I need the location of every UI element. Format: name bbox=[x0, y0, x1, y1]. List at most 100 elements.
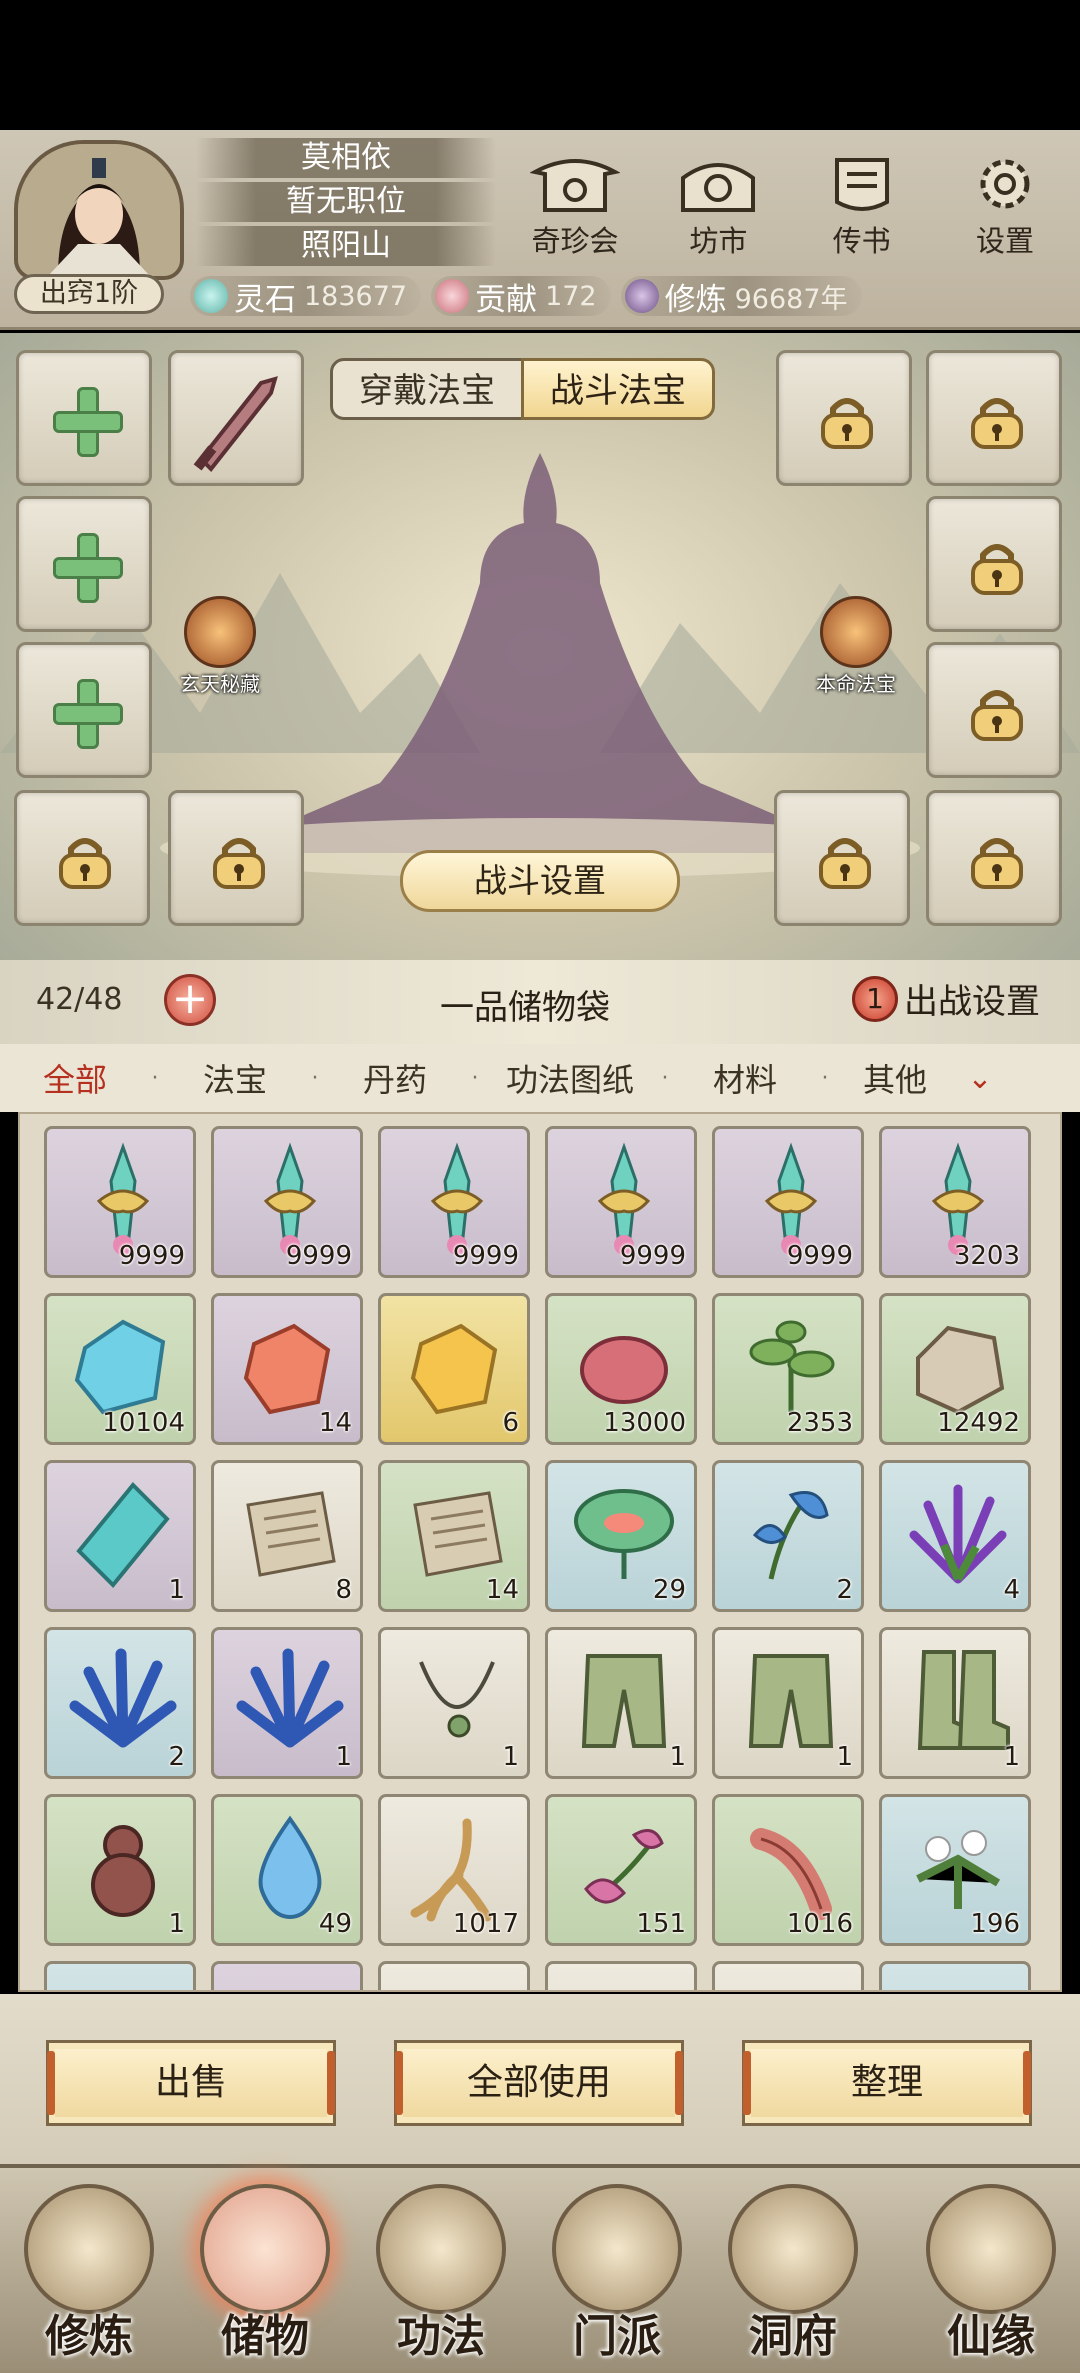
deploy-count-badge: 1 bbox=[852, 975, 898, 1022]
inventory-slot[interactable]: 3203 bbox=[879, 1126, 1031, 1278]
inventory-slot[interactable] bbox=[879, 1961, 1031, 1990]
partial-item-icon bbox=[397, 1976, 517, 1992]
inventory-slot[interactable]: 49 bbox=[211, 1794, 363, 1946]
tab-pills[interactable]: 丹药 bbox=[320, 1055, 470, 1101]
tab-all[interactable]: 全部 bbox=[0, 1055, 150, 1101]
top-menu-treasure-pavilion[interactable]: 奇珍会 bbox=[520, 152, 630, 262]
inventory-slot[interactable]: 14 bbox=[211, 1293, 363, 1445]
inventory-slot[interactable]: 2 bbox=[44, 1627, 196, 1779]
natal-treasure-badge[interactable]: 本命法宝 bbox=[796, 596, 916, 697]
spirit-stone-icon bbox=[194, 279, 228, 313]
inventory-slot[interactable]: 14 bbox=[378, 1460, 530, 1612]
inventory-slot[interactable]: 9999 bbox=[44, 1126, 196, 1278]
equip-slot-locked[interactable] bbox=[776, 350, 912, 486]
inventory-slot[interactable] bbox=[44, 1961, 196, 1992]
equip-slot-empty[interactable] bbox=[16, 642, 152, 778]
nav-techniques[interactable]: 功法 bbox=[366, 2184, 516, 2364]
blue-grass-icon bbox=[236, 1648, 344, 1748]
equip-slot-locked[interactable] bbox=[14, 790, 150, 926]
sect-gate-nav-icon bbox=[552, 2184, 682, 2314]
equip-slot-sword[interactable] bbox=[168, 350, 304, 486]
inventory-slot[interactable] bbox=[545, 1961, 697, 1990]
inventory-slot[interactable]: 9999 bbox=[545, 1126, 697, 1278]
inventory-slot[interactable]: 196 bbox=[879, 1794, 1031, 1946]
deploy-settings-button[interactable]: 1 出战设置 bbox=[852, 974, 1040, 1023]
tab-treasure[interactable]: 法宝 bbox=[160, 1055, 310, 1101]
inventory-slot[interactable]: 151 bbox=[545, 1794, 697, 1946]
use-all-button[interactable]: 全部使用 bbox=[394, 2040, 684, 2126]
inventory-slot[interactable]: 6 bbox=[378, 1293, 530, 1445]
item-quantity: 6 bbox=[502, 1408, 519, 1438]
chevron-down-icon[interactable]: ⌄ bbox=[960, 1061, 1000, 1096]
resource-spirit-stone: 灵石 183677 bbox=[190, 276, 422, 318]
gear-icon bbox=[960, 152, 1050, 216]
top-menu-settings[interactable]: 设置 bbox=[950, 152, 1060, 262]
lock-icon bbox=[971, 838, 1023, 889]
paper-scroll-icon bbox=[246, 1491, 336, 1577]
tab-techniques[interactable]: 功法图纸 bbox=[480, 1055, 660, 1101]
battle-settings-button[interactable]: 战斗设置 bbox=[400, 850, 680, 912]
purple-grass-icon bbox=[909, 1484, 1007, 1584]
inventory-slot[interactable]: 9999 bbox=[378, 1126, 530, 1278]
inventory-slot[interactable]: 13000 bbox=[545, 1293, 697, 1445]
item-quantity: 9999 bbox=[619, 1241, 686, 1271]
equip-slot-locked[interactable] bbox=[168, 790, 304, 926]
inventory-slot[interactable] bbox=[712, 1961, 864, 1990]
equip-slot-locked[interactable] bbox=[774, 790, 910, 926]
avatar[interactable] bbox=[14, 140, 184, 280]
nav-cave[interactable]: 洞府 bbox=[718, 2184, 868, 2364]
equip-slot-empty[interactable] bbox=[16, 350, 152, 486]
equip-slot-locked[interactable] bbox=[926, 642, 1062, 778]
inventory-slot[interactable]: 10104 bbox=[44, 1293, 196, 1445]
top-menu-letters[interactable]: 传书 bbox=[807, 152, 917, 262]
nav-cultivation[interactable]: 修炼 bbox=[14, 2184, 164, 2364]
inventory-slot[interactable]: 8 bbox=[211, 1460, 363, 1612]
mystic-vault-badge[interactable]: 玄天秘藏 bbox=[160, 596, 280, 697]
inventory-slot[interactable] bbox=[211, 1961, 363, 1990]
item-quantity: 1 bbox=[1003, 1742, 1020, 1772]
tab-other[interactable]: 其他 bbox=[830, 1055, 960, 1101]
top-menu-market[interactable]: 坊市 bbox=[663, 152, 773, 262]
inventory-slot[interactable]: 1 bbox=[879, 1627, 1031, 1779]
item-quantity: 1 bbox=[168, 1909, 185, 1939]
sort-button[interactable]: 整理 bbox=[742, 2040, 1032, 2126]
deploy-settings-label: 出战设置 bbox=[904, 982, 1040, 1022]
inventory-slot[interactable]: 1016 bbox=[712, 1794, 864, 1946]
inventory-slot[interactable]: 29 bbox=[545, 1460, 697, 1612]
item-quantity: 2 bbox=[168, 1742, 185, 1772]
inventory-slot[interactable] bbox=[378, 1961, 530, 1992]
inventory-slot[interactable]: 9999 bbox=[712, 1126, 864, 1278]
equip-slot-locked[interactable] bbox=[926, 350, 1062, 486]
category-tabs: 全部 · 法宝 · 丹药 · 功法图纸 · 材料 · 其他 ⌄ bbox=[0, 1044, 1080, 1112]
inventory-slot[interactable]: 1 bbox=[44, 1460, 196, 1612]
inventory-slot[interactable]: 1 bbox=[712, 1627, 864, 1779]
nav-fate[interactable]: 仙缘 bbox=[916, 2184, 1066, 2364]
tab-wear-treasure[interactable]: 穿戴法宝 bbox=[330, 358, 524, 420]
inventory-slot[interactable]: 2353 bbox=[712, 1293, 864, 1445]
nav-storage[interactable]: 储物 bbox=[190, 2184, 340, 2364]
blue-grass-icon bbox=[69, 1648, 177, 1748]
tab-materials[interactable]: 材料 bbox=[670, 1055, 820, 1101]
inventory-slot[interactable]: 1 bbox=[44, 1794, 196, 1946]
inventory-panel[interactable]: 9999 9999 9999 9999 9999 3203 10104 14 6 13000 235… bbox=[18, 1112, 1062, 1992]
equip-slot-locked[interactable] bbox=[926, 496, 1062, 632]
item-quantity: 151 bbox=[636, 1909, 686, 1939]
inventory-slot[interactable]: 12492 bbox=[879, 1293, 1031, 1445]
inventory-slot[interactable]: 1 bbox=[211, 1627, 363, 1779]
partial-item-icon bbox=[63, 1976, 183, 1992]
inventory-slot[interactable]: 9999 bbox=[211, 1126, 363, 1278]
inventory-slot[interactable]: 1 bbox=[378, 1627, 530, 1779]
resource-value: 183677 bbox=[304, 280, 408, 312]
expand-bag-button[interactable]: + bbox=[164, 974, 216, 1026]
sell-button[interactable]: 出售 bbox=[46, 2040, 336, 2126]
player-name: 莫相依 bbox=[196, 138, 496, 178]
nav-sect[interactable]: 门派 bbox=[542, 2184, 692, 2364]
inventory-slot[interactable]: 1 bbox=[545, 1627, 697, 1779]
inventory-slot[interactable]: 1017 bbox=[378, 1794, 530, 1946]
inventory-slot[interactable]: 2 bbox=[712, 1460, 864, 1612]
cultivation-icon bbox=[624, 279, 659, 313]
equip-slot-empty[interactable] bbox=[16, 496, 152, 632]
tab-battle-treasure[interactable]: 战斗法宝 bbox=[521, 358, 715, 420]
inventory-slot[interactable]: 4 bbox=[879, 1460, 1031, 1612]
equip-slot-locked[interactable] bbox=[926, 790, 1062, 926]
